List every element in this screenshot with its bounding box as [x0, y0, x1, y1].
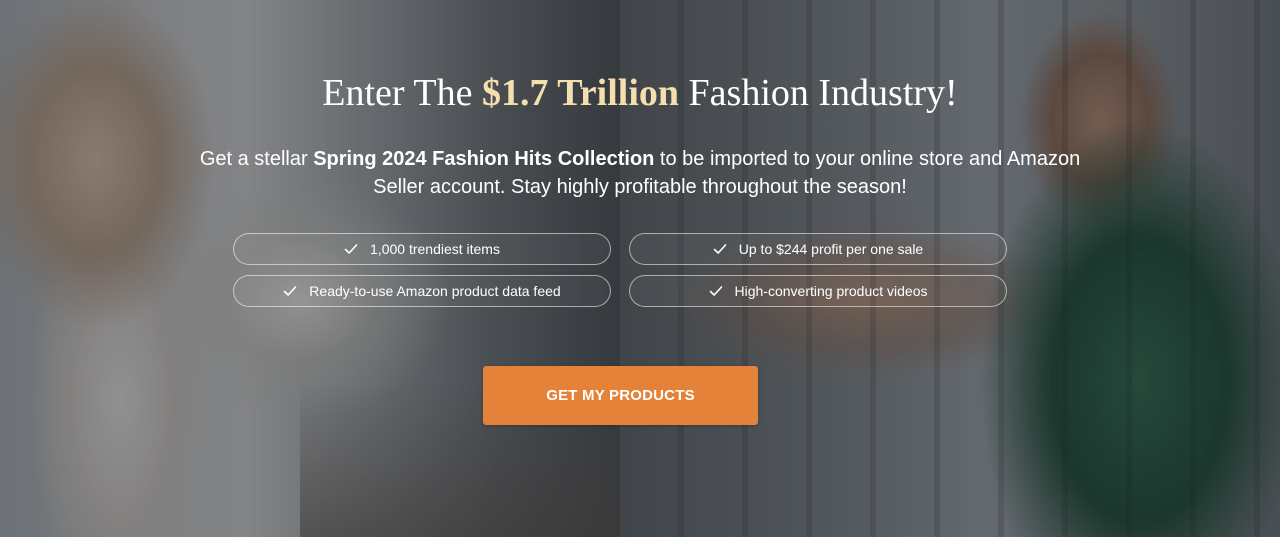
check-icon: [283, 286, 297, 296]
check-icon: [344, 244, 358, 254]
hero-content: Enter The $1.7 Trillion Fashion Industry…: [0, 0, 1280, 537]
hero-subtext: Get a stellar Spring 2024 Fashion Hits C…: [190, 145, 1090, 201]
feature-label: High-converting product videos: [734, 283, 928, 299]
get-my-products-button[interactable]: GET MY PRODUCTS: [483, 366, 758, 425]
feature-pill-trendiest-items: 1,000 trendiest items: [233, 233, 611, 265]
hero-headline: Enter The $1.7 Trillion Fashion Industry…: [0, 70, 1280, 116]
check-icon: [709, 286, 722, 296]
check-icon: [713, 244, 727, 254]
feature-pill-data-feed: Ready-to-use Amazon product data feed: [233, 275, 611, 307]
headline-prefix: Enter The: [322, 72, 482, 114]
feature-label: 1,000 trendiest items: [370, 241, 500, 257]
subtext-collection-name: Spring 2024 Fashion Hits Collection: [313, 148, 655, 170]
headline-accent: $1.7 Trillion: [481, 72, 680, 114]
feature-label: Up to $244 profit per one sale: [738, 241, 924, 257]
feature-pill-profit: Up to $244 profit per one sale: [629, 233, 1007, 265]
feature-pill-product-videos: High-converting product videos: [629, 275, 1007, 307]
subtext-part1: Get a stellar: [199, 148, 314, 170]
headline-suffix: Fashion Industry!: [679, 72, 958, 114]
feature-label: Ready-to-use Amazon product data feed: [309, 283, 561, 299]
hero-section: Enter The $1.7 Trillion Fashion Industry…: [0, 0, 1280, 537]
